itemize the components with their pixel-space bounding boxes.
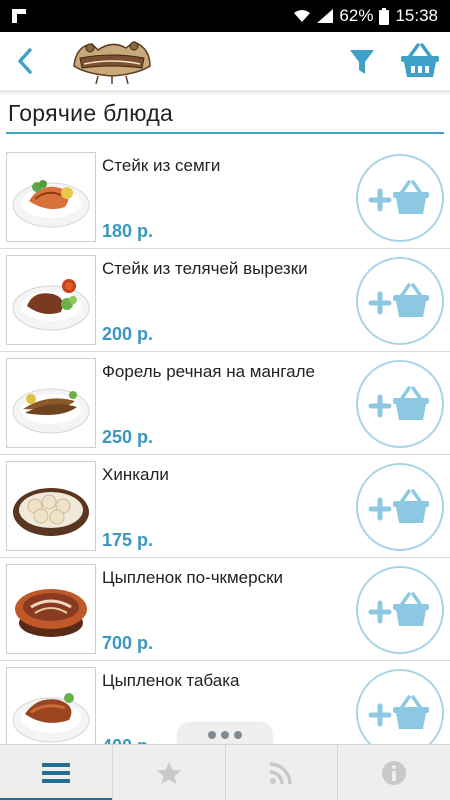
add-to-basket-button[interactable]	[356, 257, 444, 345]
add-to-basket-icon	[368, 180, 429, 214]
handle-dot	[208, 731, 216, 739]
item-name: Цыпленок по-чкмерски	[102, 568, 284, 587]
add-to-basket-button[interactable]	[356, 669, 444, 744]
star-icon	[156, 762, 181, 784]
notification-icon	[12, 9, 26, 23]
item-price: 180 р.	[102, 221, 154, 241]
add-to-basket-icon	[368, 695, 429, 729]
wifi-icon	[294, 10, 311, 22]
item-name: Стейк из телячей вырезки	[102, 259, 308, 278]
header-shadow	[0, 90, 450, 96]
tab-menu[interactable]	[0, 745, 113, 800]
item-name: Цыпленок табака	[102, 671, 240, 690]
add-to-basket-button[interactable]	[356, 463, 444, 551]
tab-favorites[interactable]	[113, 745, 226, 800]
signal-icon	[317, 9, 334, 23]
item-price: 700 р.	[102, 633, 154, 653]
section-underline	[6, 132, 444, 134]
list-item[interactable]: Стейк из телячей вырезки 200 р.	[0, 249, 450, 352]
dish-photo	[6, 564, 96, 654]
dish-photo	[6, 667, 96, 744]
clock: 15:38	[395, 6, 438, 25]
status-bar: 62% 15:38	[0, 0, 450, 32]
chevron-left-icon	[18, 48, 32, 74]
item-price: 175 р.	[102, 530, 154, 550]
add-to-basket-icon	[368, 386, 429, 420]
basket-icon	[401, 43, 439, 77]
app-header	[0, 32, 450, 90]
tab-info[interactable]	[338, 745, 450, 800]
bottom-tab-bar	[0, 744, 450, 800]
handle-dot	[234, 731, 242, 739]
handle-dot	[221, 731, 229, 739]
item-price: 400 р.	[102, 736, 153, 744]
battery-percent: 62%	[339, 6, 374, 25]
item-name: Форель речная на мангале	[102, 362, 315, 381]
item-name: Стейк из семги	[102, 156, 221, 175]
dish-photo	[6, 255, 96, 345]
item-price: 200 р.	[102, 324, 154, 344]
list-item[interactable]: Хинкали 175 р.	[0, 455, 450, 558]
item-name: Хинкали	[102, 465, 169, 484]
filter-funnel-icon	[350, 50, 374, 74]
list-item[interactable]: Цыпленок по-чкмерски 700 р.	[0, 558, 450, 661]
restaurant-logo	[73, 41, 151, 85]
dish-photo	[6, 152, 96, 242]
filter-button[interactable]	[344, 44, 380, 80]
info-icon	[382, 761, 407, 785]
tab-news[interactable]	[226, 745, 339, 800]
add-to-basket-button[interactable]	[356, 360, 444, 448]
add-to-basket-icon	[368, 283, 429, 317]
section-title: Горячие блюда	[8, 100, 174, 126]
dish-photo	[6, 358, 96, 448]
add-to-basket-button[interactable]	[356, 154, 444, 242]
add-to-basket-button[interactable]	[356, 566, 444, 654]
basket-button[interactable]	[398, 42, 442, 80]
item-price: 250 р.	[102, 427, 154, 447]
drawer-handle[interactable]	[178, 724, 272, 746]
menu-list-icon	[41, 763, 70, 783]
add-to-basket-icon	[368, 489, 429, 523]
list-item[interactable]: Стейк из семги 180 р.	[0, 146, 450, 249]
menu-list: Стейк из семги 180 р. Стейк из телячей в…	[0, 140, 450, 744]
rss-icon	[270, 762, 293, 785]
list-item[interactable]: Форель речная на мангале 250 р.	[0, 352, 450, 455]
battery-icon	[379, 7, 390, 25]
dish-photo	[6, 461, 96, 551]
add-to-basket-icon	[368, 592, 429, 626]
back-button[interactable]	[10, 42, 40, 80]
